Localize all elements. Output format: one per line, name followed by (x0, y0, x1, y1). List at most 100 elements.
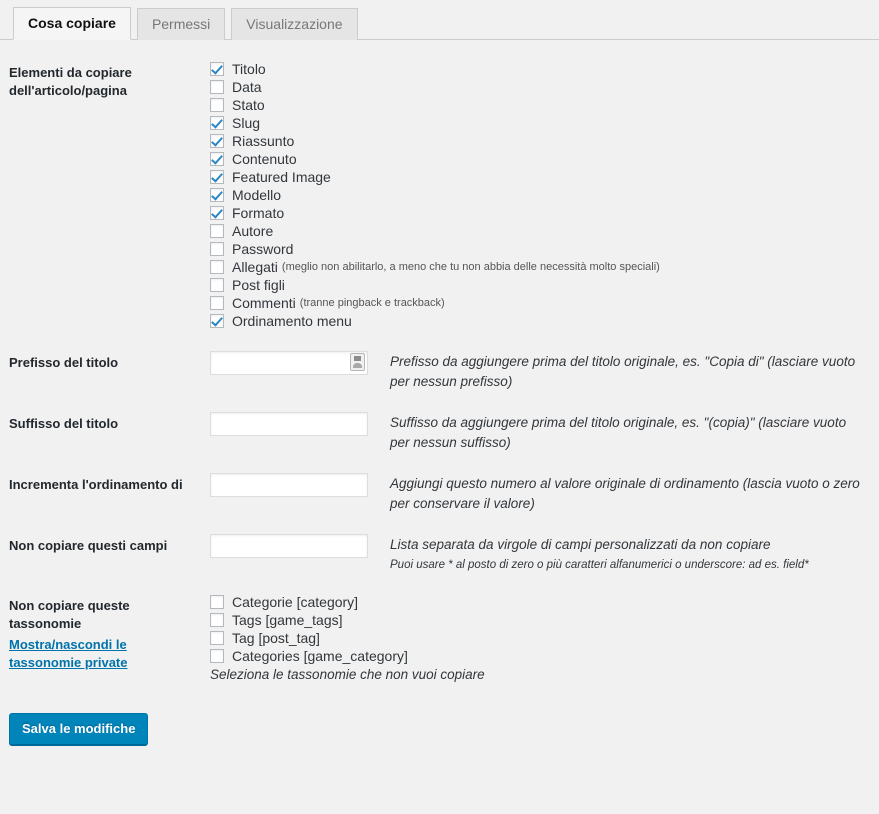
checkbox-label-contenuto: Contenuto (232, 151, 297, 167)
checkbox-taxonomy-game-category[interactable] (210, 649, 224, 664)
tab-visualizzazione[interactable]: Visualizzazione (231, 8, 358, 40)
list-item: Riassunto (210, 132, 869, 150)
list-item: Modello (210, 186, 869, 204)
checkbox-riassunto[interactable] (210, 134, 224, 148)
checkbox-label-ordinamento-menu: Ordinamento menu (232, 313, 352, 329)
skip-fields-input[interactable] (210, 534, 368, 559)
cell-skip-taxonomies: Categorie [category] Tags [game_tags] Ta… (210, 583, 879, 695)
checkbox-slug[interactable] (210, 116, 224, 130)
checkbox-label-autore: Autore (232, 223, 274, 239)
label-title-prefix: Prefisso del titolo (9, 355, 119, 370)
checkbox-formato[interactable] (210, 206, 224, 220)
menu-order-increment-description-block: Aggiungi questo numero al valore origina… (390, 472, 860, 513)
password-manager-icon[interactable] (350, 353, 365, 371)
form-row-skip-taxonomies: Non copiare queste tassonomie Mostra/nas… (0, 583, 879, 695)
checkbox-label-taxonomy-game-tags: Tags [game_tags] (232, 612, 343, 629)
checkbox-password[interactable] (210, 242, 224, 256)
checkbox-taxonomy-category[interactable] (210, 595, 224, 610)
checkbox-label-slug: Slug (232, 115, 261, 131)
settings-form-table: Elementi da copiare dell'articolo/pagina… (0, 50, 879, 695)
title-suffix-description-block: Suffisso da aggiungere prima del titolo … (390, 411, 860, 452)
toggle-private-taxonomies-link[interactable]: Mostra/nascondi le tassonomie private (9, 637, 128, 670)
taxonomies-checkbox-list: Categorie [category] Tags [game_tags] Ta… (210, 593, 869, 665)
cell-menu-order-increment: Aggiungi questo numero al valore origina… (210, 462, 879, 523)
checkbox-label-modello: Modello (232, 187, 282, 203)
checkbox-label-taxonomy-category: Categorie [category] (232, 594, 359, 611)
list-item: Post figli (210, 276, 869, 294)
list-item: Formato (210, 204, 869, 222)
cell-title-suffix: Suffisso da aggiungere prima del titolo … (210, 401, 879, 462)
checkbox-post-figli[interactable] (210, 278, 224, 292)
settings-tab-bar: Cosa copiare Permessi Visualizzazione (0, 0, 879, 40)
toggle-private-taxonomies-link-wrap: Mostra/nascondi le tassonomie private (9, 636, 200, 671)
checkbox-autore[interactable] (210, 224, 224, 238)
checkbox-label-riassunto: Riassunto (232, 133, 295, 149)
menu-order-increment-input[interactable] (210, 473, 368, 498)
tab-permessi[interactable]: Permessi (136, 8, 226, 40)
label-copy-elements-line1: Elementi da copiare (9, 65, 132, 80)
cell-copy-elements: Titolo Data Stato Slug Riassunto Contenu… (210, 50, 879, 340)
skip-fields-input-wrap (210, 533, 368, 559)
checkbox-label-password: Password (232, 241, 294, 257)
checkbox-titolo[interactable] (210, 62, 224, 76)
checkbox-data[interactable] (210, 80, 224, 94)
skip-fields-description-block: Lista separata da virgole di campi perso… (390, 533, 809, 573)
list-item: Featured Image (210, 168, 869, 186)
checkbox-label-commenti: Commenti (232, 295, 296, 311)
menu-order-increment-input-wrap (210, 472, 368, 498)
list-item: Ordinamento menu (210, 312, 869, 330)
checkbox-label-data: Data (232, 79, 262, 95)
checkbox-contenuto[interactable] (210, 152, 224, 166)
checkbox-hint-commenti: (tranne pingback e trackback) (299, 297, 445, 309)
save-changes-button[interactable]: Salva le modifiche (9, 712, 149, 745)
label-copy-elements: Elementi da copiare dell'articolo/pagina (0, 50, 210, 340)
title-suffix-input-wrap (210, 411, 368, 437)
copy-elements-checkbox-list: Titolo Data Stato Slug Riassunto Contenu… (210, 60, 869, 330)
tab-cosa-copiare[interactable]: Cosa copiare (13, 7, 131, 40)
form-row-skip-fields: Non copiare questi campi Lista separata … (0, 523, 879, 583)
label-skip-taxonomies-line1: Non copiare queste (9, 598, 130, 614)
list-item: Tag [post_tag] (210, 629, 869, 647)
cell-skip-fields: Lista separata da virgole di campi perso… (210, 523, 879, 583)
checkbox-label-allegati: Allegati (232, 259, 278, 275)
label-menu-order-increment: Incrementa l'ordinamento di (9, 477, 183, 493)
checkbox-label-taxonomy-post-tag: Tag [post_tag] (232, 630, 320, 647)
list-item: Categorie [category] (210, 593, 869, 611)
list-item: Commenti (tranne pingback e trackback) (210, 294, 869, 312)
label-skip-taxonomies: Non copiare queste tassonomie Mostra/nas… (0, 583, 210, 695)
list-item: Slug (210, 114, 869, 132)
title-suffix-description: Suffisso da aggiungere prima del titolo … (390, 415, 847, 450)
form-row-copy-elements: Elementi da copiare dell'articolo/pagina… (0, 50, 879, 340)
checkbox-label-post-figli: Post figli (232, 277, 285, 293)
skip-taxonomies-description: Seleziona le tassonomie che non vuoi cop… (210, 667, 485, 683)
checkbox-featured-image[interactable] (210, 170, 224, 184)
checkbox-commenti[interactable] (210, 296, 224, 310)
submit-area: Salva le modifiche (0, 695, 879, 745)
checkbox-ordinamento-menu[interactable] (210, 314, 224, 328)
checkbox-taxonomy-post-tag[interactable] (210, 631, 224, 646)
label-skip-taxonomies-line2: tassonomie (9, 615, 82, 631)
list-item: Data (210, 78, 869, 96)
checkbox-allegati[interactable] (210, 260, 224, 274)
checkbox-label-stato: Stato (232, 97, 265, 113)
cell-title-prefix: Prefisso da aggiungere prima del titolo … (210, 340, 879, 401)
checkbox-label-featured-image: Featured Image (232, 169, 331, 185)
title-prefix-description: Prefisso da aggiungere prima del titolo … (390, 354, 856, 389)
checkbox-stato[interactable] (210, 98, 224, 112)
field-row-menu-order-increment: Aggiungi questo numero al valore origina… (210, 472, 869, 513)
skip-fields-description-small: Puoi usare * al posto di zero o più cara… (390, 558, 809, 571)
field-row-title-suffix: Suffisso da aggiungere prima del titolo … (210, 411, 869, 452)
checkbox-modello[interactable] (210, 188, 224, 202)
list-item: Categories [game_category] (210, 647, 869, 665)
title-prefix-description-block: Prefisso da aggiungere prima del titolo … (390, 350, 860, 391)
field-row-title-prefix: Prefisso da aggiungere prima del titolo … (210, 350, 869, 391)
title-suffix-input[interactable] (210, 412, 368, 437)
tab-list: Cosa copiare Permessi Visualizzazione (13, 0, 879, 40)
form-row-title-prefix: Prefisso del titolo Prefisso da aggiunge… (0, 340, 879, 401)
checkbox-label-taxonomy-game-category: Categories [game_category] (232, 648, 408, 665)
title-prefix-input[interactable] (210, 351, 368, 375)
checkbox-taxonomy-game-tags[interactable] (210, 613, 224, 628)
label-skip-fields: Non copiare questi campi (9, 538, 168, 554)
list-item: Allegati (meglio non abilitarlo, a meno … (210, 258, 869, 276)
skip-fields-description: Lista separata da virgole di campi perso… (390, 537, 771, 553)
